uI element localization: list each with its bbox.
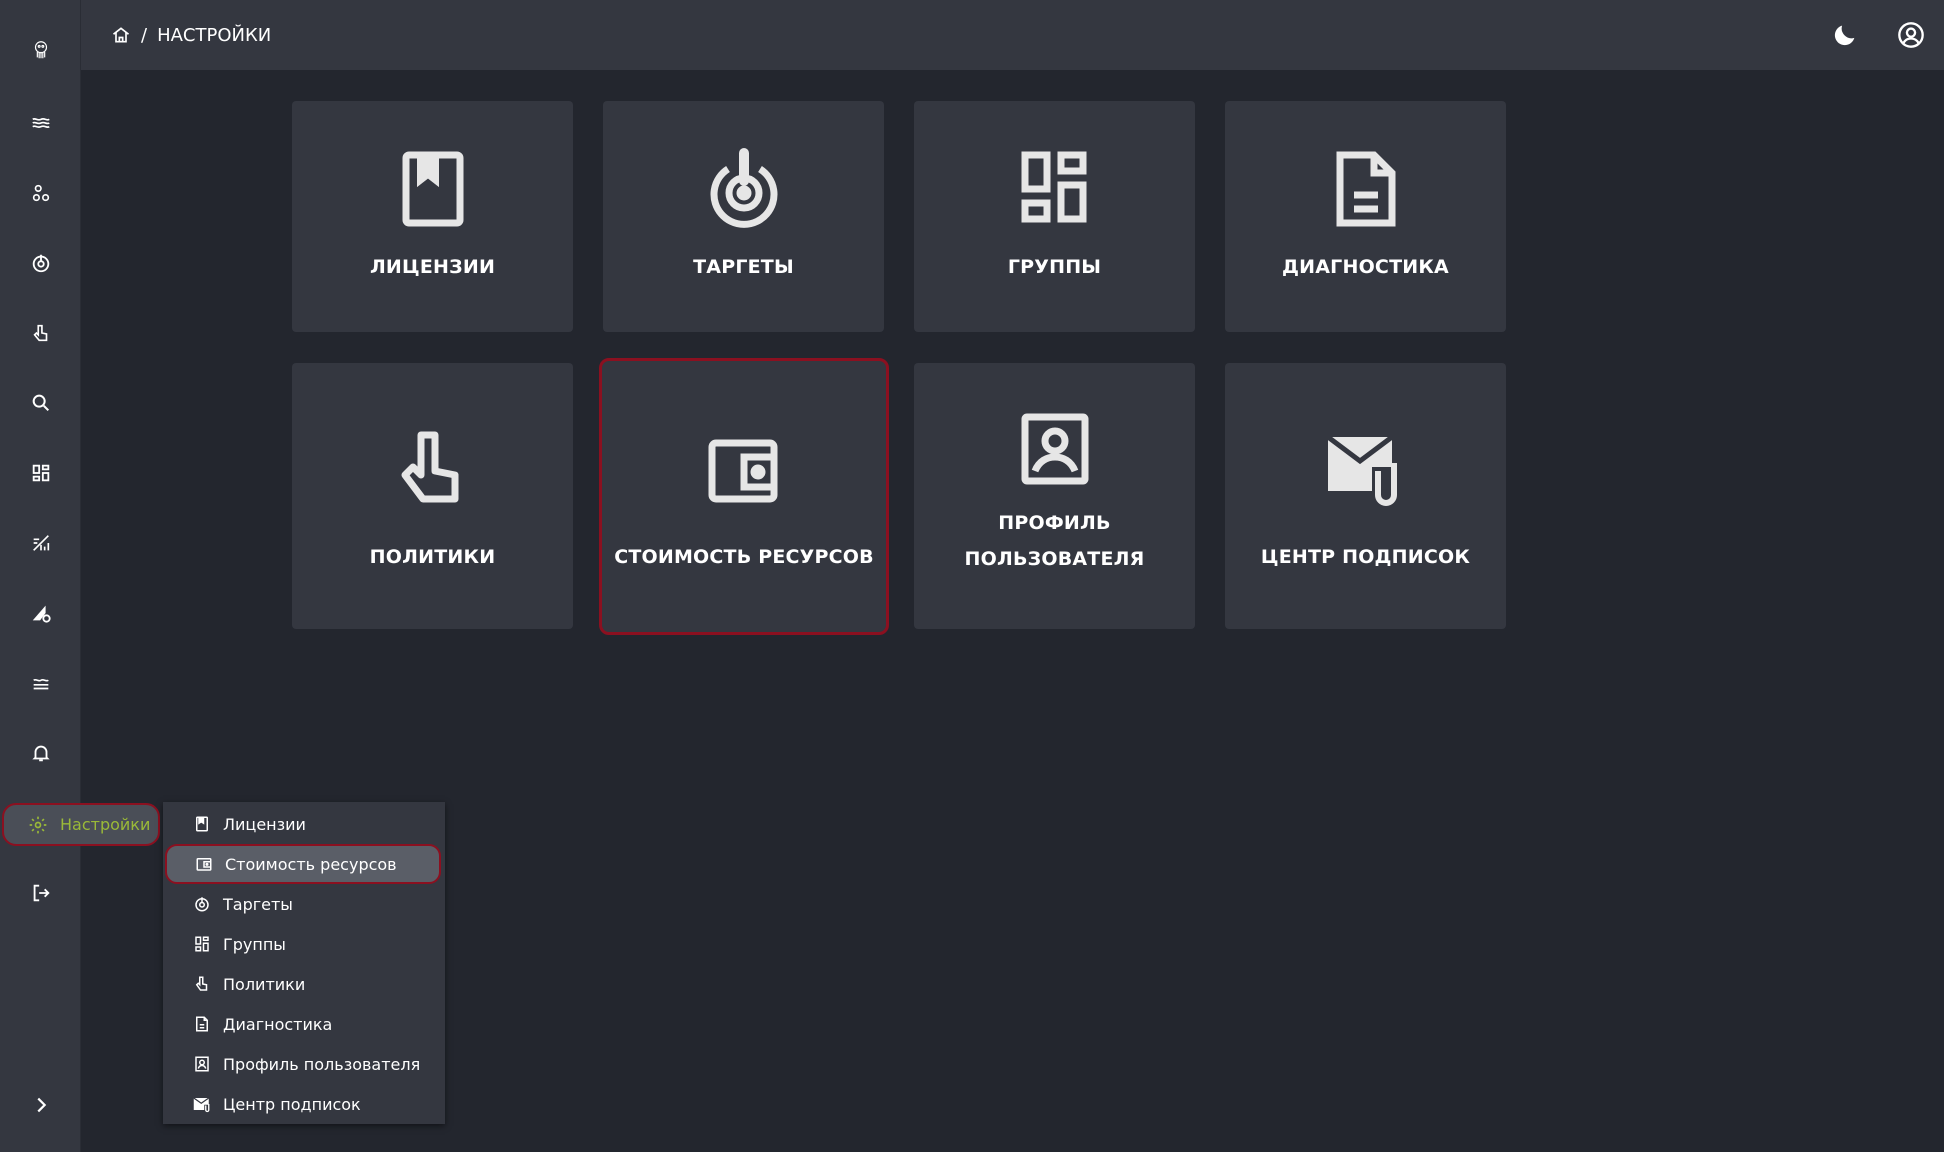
settings-submenu: Лицензии Стоимость ресурсов Таргеты Груп… <box>163 802 445 1124</box>
top-bar: / НАСТРОЙКИ <box>81 0 1944 70</box>
home-icon[interactable] <box>111 25 131 45</box>
tile-label: ТАРГЕТЫ <box>693 256 794 278</box>
target-icon <box>710 148 777 228</box>
tile-label: СТОИМОСТЬ РЕСУРСОВ <box>614 546 874 568</box>
waves-icon[interactable] <box>0 98 81 148</box>
page-title: НАСТРОЙКИ <box>157 24 272 46</box>
sidebar <box>0 0 81 1152</box>
profile-icon <box>195 1056 209 1072</box>
tile-diagnostics[interactable]: ДИАГНОСТИКА <box>1225 101 1506 332</box>
tile-label: ГРУППЫ <box>1007 256 1102 278</box>
menu-item-label: Стоимость ресурсов <box>225 854 397 874</box>
wallet-icon <box>196 858 212 871</box>
pointer-icon <box>195 976 208 991</box>
menu-item-policies[interactable]: Политики <box>163 964 445 1004</box>
sidebar-item-settings[interactable]: Настройки <box>2 803 160 846</box>
menu-item-licenses[interactable]: Лицензии <box>163 804 445 844</box>
wallet-icon <box>708 439 778 503</box>
menu-item-user-profile[interactable]: Профиль пользователя <box>163 1044 445 1084</box>
menu-item-label: Центр подписок <box>223 1094 361 1114</box>
tile-groups[interactable]: ГРУППЫ <box>914 101 1195 332</box>
grid-icon <box>195 936 209 952</box>
breadcrumb: / НАСТРОЙКИ <box>111 25 271 46</box>
theme-toggle-button[interactable] <box>1812 0 1878 70</box>
tile-label: ПРОФИЛЬ <box>998 512 1111 534</box>
target-icon[interactable] <box>0 238 81 288</box>
menu-item-diagnostics[interactable]: Диагностика <box>163 1004 445 1044</box>
menu-item-targets[interactable]: Таргеты <box>163 884 445 924</box>
menu-item-subscription-center[interactable]: Центр подписок <box>163 1084 445 1124</box>
menu-item-groups[interactable]: Группы <box>163 924 445 964</box>
bell-icon[interactable] <box>0 728 81 778</box>
pointer-icon[interactable] <box>0 308 81 358</box>
moon-icon <box>1834 25 1855 46</box>
chart-icon[interactable] <box>0 518 81 568</box>
nodes-icon[interactable] <box>0 168 81 218</box>
grid-icon[interactable] <box>0 448 81 498</box>
menu-item-label: Лицензии <box>223 814 306 834</box>
grid-icon <box>1021 151 1086 223</box>
logo-icon[interactable] <box>0 24 81 76</box>
mail-attachment-icon <box>1326 435 1397 506</box>
tile-label: ПОЛИТИКИ <box>369 546 496 568</box>
profile-icon <box>1021 413 1088 485</box>
document-icon <box>1336 151 1395 227</box>
account-button[interactable] <box>1878 0 1944 70</box>
menu-item-label: Таргеты <box>223 894 293 914</box>
book-icon <box>402 151 463 227</box>
user-circle-icon <box>1898 22 1924 48</box>
layers-icon[interactable] <box>0 658 81 708</box>
sidebar-item-label: Настройки <box>60 815 151 834</box>
shape-gear-icon[interactable] <box>0 588 81 638</box>
tile-label: ДИАГНОСТИКА <box>1282 256 1449 278</box>
menu-item-resource-cost[interactable]: Стоимость ресурсов <box>165 844 441 884</box>
logout-icon[interactable] <box>0 868 81 918</box>
target-icon <box>195 897 209 912</box>
gear-icon <box>29 816 47 833</box>
breadcrumb-separator: / <box>141 24 148 46</box>
tile-subscription-center[interactable]: ЦЕНТР ПОДПИСОК <box>1225 363 1506 629</box>
search-icon[interactable] <box>0 378 81 428</box>
chevron-right-icon[interactable] <box>0 1080 81 1130</box>
book-icon <box>196 816 208 832</box>
menu-item-label: Группы <box>223 934 286 954</box>
tile-resource-cost[interactable]: СТОИМОСТЬ РЕСУРСОВ <box>599 358 889 635</box>
menu-item-label: Политики <box>223 974 306 994</box>
document-icon <box>196 1016 208 1032</box>
menu-item-label: Диагностика <box>223 1014 333 1034</box>
tile-label: ЦЕНТР ПОДПИСОК <box>1260 546 1471 568</box>
pointer-icon <box>401 431 458 503</box>
mail-attachment-icon <box>193 1097 210 1113</box>
tile-licenses[interactable]: ЛИЦЕНЗИИ <box>292 101 573 332</box>
tile-user-profile[interactable]: ПРОФИЛЬ ПОЛЬЗОВАТЕЛЯ <box>914 363 1195 629</box>
tile-policies[interactable]: ПОЛИТИКИ <box>292 363 573 629</box>
tile-label: ПОЛЬЗОВАТЕЛЯ <box>964 548 1145 570</box>
tile-targets[interactable]: ТАРГЕТЫ <box>603 101 884 332</box>
menu-item-label: Профиль пользователя <box>223 1054 421 1074</box>
tile-label: ЛИЦЕНЗИИ <box>369 256 496 278</box>
